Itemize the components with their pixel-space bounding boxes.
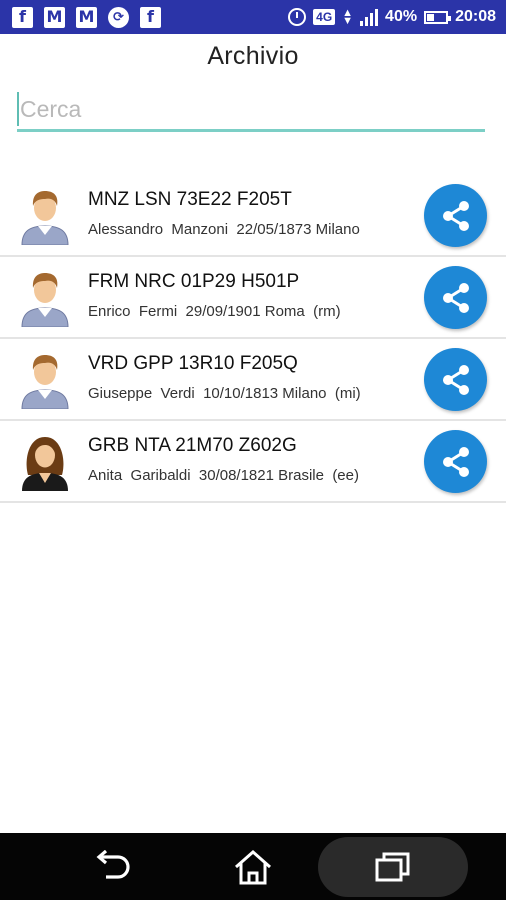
person-details: Enrico Fermi 29/09/1901 Roma (rm)	[88, 303, 341, 320]
share-icon	[438, 362, 474, 398]
sync-icon: ⟳	[108, 6, 129, 28]
home-icon	[235, 849, 271, 884]
list-item[interactable]: GRB NTA 21M70 Z602G Anita Garibaldi 30/0…	[0, 421, 506, 503]
notification-icons: f M M ⟳ f	[0, 6, 161, 28]
signal-icon	[360, 8, 379, 26]
fiscal-code: FRM NRC 01P29 H501P	[88, 271, 300, 292]
status-bar: f M M ⟳ f 4G ▲ ▼ 40% 20:08	[0, 0, 506, 34]
facebook-icon: f	[140, 6, 161, 28]
list-item[interactable]: MNZ LSN 73E22 F205T Alessandro Manzoni 2…	[0, 175, 506, 257]
share-button[interactable]	[424, 430, 487, 493]
fiscal-code: GRB NTA 21M70 Z602G	[88, 435, 297, 456]
battery-icon	[424, 10, 452, 24]
share-button[interactable]	[424, 348, 487, 411]
male-avatar-icon	[18, 349, 72, 410]
fiscal-code: VRD GPP 13R10 F205Q	[88, 353, 298, 374]
battery-percent: 40%	[385, 8, 418, 25]
recent-apps-icon	[375, 852, 410, 881]
page-title: Archivio	[207, 42, 299, 70]
list-item[interactable]: FRM NRC 01P29 H501P Enrico Fermi 29/09/1…	[0, 257, 506, 339]
gmail-icon: M	[44, 6, 65, 28]
back-icon	[96, 849, 130, 879]
recent-apps-button[interactable]	[358, 833, 428, 900]
alarm-icon	[288, 8, 307, 26]
share-button[interactable]	[424, 266, 487, 329]
search-input[interactable]	[19, 90, 480, 128]
clock: 20:08	[455, 8, 496, 25]
male-avatar-icon	[18, 185, 72, 246]
fiscal-code: MNZ LSN 73E22 F205T	[88, 189, 292, 210]
record-list: MNZ LSN 73E22 F205T Alessandro Manzoni 2…	[0, 175, 506, 503]
male-avatar-icon	[18, 267, 72, 328]
gmail-icon: M	[76, 6, 97, 28]
female-avatar-icon	[18, 431, 72, 491]
facebook-icon: f	[12, 6, 33, 28]
share-icon	[438, 280, 474, 316]
data-activity-icon: ▲ ▼	[342, 7, 354, 27]
home-button[interactable]	[218, 833, 288, 900]
back-button[interactable]	[78, 833, 148, 900]
person-details: Alessandro Manzoni 22/05/1873 Milano	[88, 221, 360, 238]
list-item[interactable]: VRD GPP 13R10 F205Q Giuseppe Verdi 10/10…	[0, 339, 506, 421]
share-button[interactable]	[424, 184, 487, 247]
navigation-bar	[0, 833, 506, 900]
person-details: Anita Garibaldi 30/08/1821 Brasile (ee)	[88, 467, 359, 484]
share-icon	[438, 444, 474, 480]
system-icons: 4G ▲ ▼ 40% 20:08	[288, 0, 496, 34]
search-field[interactable]	[17, 90, 485, 132]
share-icon	[438, 198, 474, 234]
person-details: Giuseppe Verdi 10/10/1813 Milano (mi)	[88, 385, 361, 402]
network-type: 4G	[313, 9, 336, 25]
